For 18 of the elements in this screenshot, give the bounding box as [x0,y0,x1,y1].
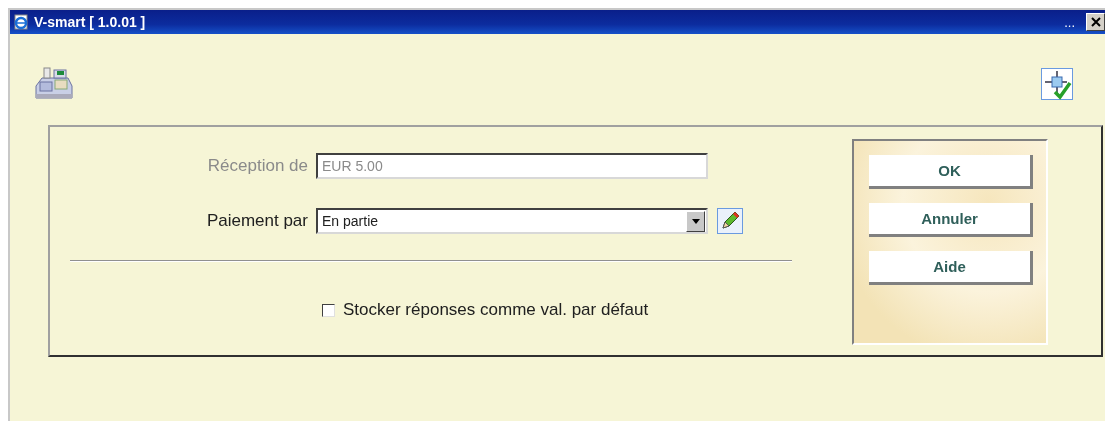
edit-button[interactable] [717,208,743,234]
field-label: Réception de [206,156,309,176]
dialog-button[interactable]: OK [869,155,1033,189]
pencil-icon [720,211,740,231]
dialog-button[interactable]: Annuler [869,203,1033,237]
field-label: Paiement par [205,211,309,231]
payment-dropdown[interactable]: En partie [316,208,708,234]
checkbox[interactable] [322,303,335,317]
checkbox-label: Stocker réponses comme val. par défaut [343,300,649,320]
dropdown-arrow-icon [691,218,700,224]
window-title: V-smart [ 1.0.01 ] [34,14,147,30]
move-check-icon[interactable] [1041,68,1073,100]
app-icon [13,14,29,30]
close-button[interactable] [1086,13,1105,31]
dialog-button[interactable]: Aide [869,251,1033,285]
cash-register-icon [32,66,74,102]
close-icon [1090,17,1101,27]
title-dots: ... [1064,14,1075,30]
